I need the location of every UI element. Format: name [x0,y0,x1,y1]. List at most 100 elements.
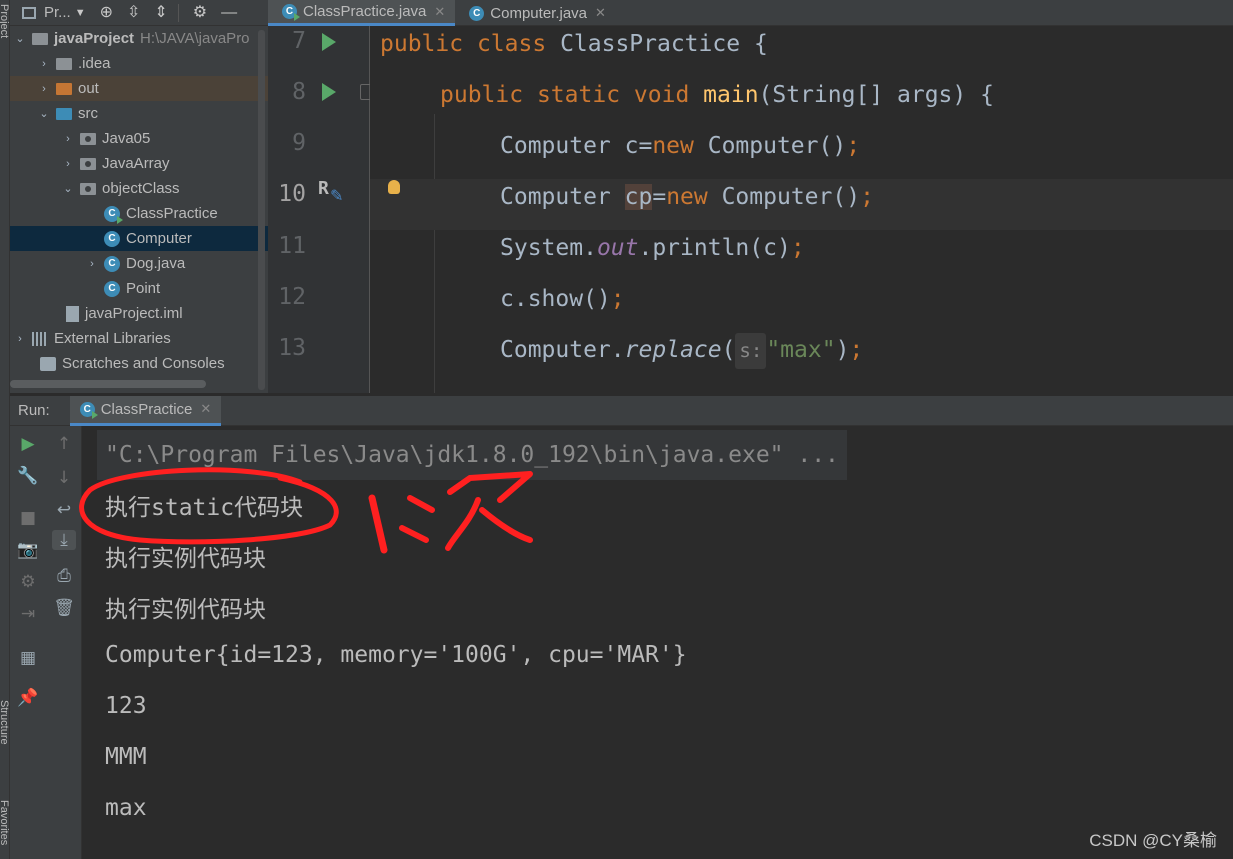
code-token: replace [624,337,722,363]
down-arrow-icon[interactable]: ↓ [52,468,76,488]
expand-all-icon[interactable]: ⇳ [127,0,140,26]
camera-icon[interactable]: 📷 [16,540,40,560]
tree-item-dog[interactable]: › C Dog.java [10,251,268,276]
chevron-down-icon[interactable]: ⌄ [38,107,50,120]
tree-item-src[interactable]: ⌄ src [10,101,268,126]
console-line: 123 [105,693,147,719]
run-label: Run: [18,402,50,419]
tab-classpractice[interactable]: C ClassPractice.java ✕ [268,0,456,26]
tree-item-label: JavaArray [102,155,170,172]
lightbulb-icon[interactable] [388,180,400,194]
code-line-7[interactable]: public class ClassPractice { [370,26,1233,77]
tree-item-point[interactable]: C Point [10,276,268,301]
code-token: ; [849,337,864,363]
tree-item-javaproject[interactable]: ⌄ javaProject H:\JAVA\javaPro [10,26,268,51]
layout-icon[interactable]: ▦ [16,648,40,668]
tab-computer[interactable]: C Computer.java ✕ [455,0,616,26]
rerun-icon[interactable]: ▶ [16,434,40,454]
project-view-selector[interactable]: Pr... [44,4,71,21]
project-horizontal-scrollbar[interactable] [10,380,206,388]
tree-item-javaarray[interactable]: › JavaArray [10,151,268,176]
dropdown-icon[interactable]: ▼ [75,0,86,26]
console-line-command: "C:\Program Files\Java\jdk1.8.0_192\bin\… [97,430,847,480]
toolbar-divider [177,3,179,22]
structure-tool-label[interactable]: Structure [0,700,10,745]
tree-item-scratches[interactable]: Scratches and Consoles [10,351,268,376]
watermark: CSDN @CY桑榆 [1089,831,1217,850]
up-arrow-icon[interactable]: ↑ [52,434,76,454]
close-icon[interactable]: ✕ [434,4,445,20]
code-token: ClassPractice [560,31,741,57]
locate-icon[interactable]: ⊕ [100,0,113,26]
code-token: ( [721,337,736,363]
tree-item-iml[interactable]: javaProject.iml [10,301,268,326]
folder-icon [32,32,48,45]
soft-wrap-icon[interactable]: ↩ [52,500,76,520]
tree-item-label: Dog.java [126,255,186,272]
console-line: 执行static代码块 [105,495,304,521]
code-editor[interactable]: public class ClassPractice { public stat… [370,26,1233,393]
code-token: "max" [766,337,836,363]
code-line-12[interactable]: c.show(); [370,281,1233,332]
console-output[interactable]: "C:\Program Files\Java\jdk1.8.0_192\bin\… [83,426,1233,859]
pin-icon[interactable]: 📌 [16,688,40,708]
chevron-down-icon[interactable]: ⌄ [14,32,26,45]
chevron-right-icon[interactable]: › [62,158,74,170]
pencil-icon: ✎ [330,186,344,205]
project-vertical-scrollbar[interactable] [258,30,265,390]
close-icon[interactable]: ✕ [200,401,211,417]
chevron-right-icon[interactable]: › [62,133,74,145]
code-token: System. [500,235,597,261]
tree-item-idea[interactable]: › .idea [10,51,268,76]
run-toolbar: ▶ 🔧 ■ 📷 ⚙ ⇥ ▦ 📌 ↑ ↓ ↩ ⤓ ⎙ 🗑 [10,426,82,859]
minimize-icon[interactable]: — [221,0,237,26]
wrench-icon[interactable]: 🔧 [16,466,40,486]
collapse-all-icon[interactable]: ⇕ [154,0,167,26]
folder-icon [56,57,72,70]
code-token: Computer [500,184,625,210]
scratches-icon [40,356,56,371]
code-line-10[interactable]: Computer cp=new Computer(); [370,179,1233,230]
console-line: MMM [105,744,147,770]
run-tab-label: ClassPractice [100,400,193,418]
run-icon[interactable] [322,33,336,51]
settings-icon[interactable]: ⚙ [16,572,40,592]
favorites-tool-label[interactable]: Favorites [0,800,10,845]
package-icon [80,182,96,195]
chevron-right-icon[interactable]: › [38,83,50,95]
code-line-8[interactable]: public static void main(String[] args) { [370,77,1233,128]
print-icon[interactable]: ⎙ [52,566,76,586]
code-token: main [703,82,759,108]
console-line: Computer{id=123, memory='100G', cpu='MAR… [105,642,687,668]
project-tool-label[interactable]: Project [0,4,10,38]
tree-item-out[interactable]: › out [10,76,268,101]
tree-item-external-libraries[interactable]: › External Libraries [10,326,268,351]
code-line-9[interactable]: Computer c=new Computer(); [370,128,1233,179]
exit-icon[interactable]: ⇥ [16,604,40,624]
tree-item-computer[interactable]: C Computer [10,226,268,251]
tree-item-java05[interactable]: › Java05 [10,126,268,151]
console-line: 执行实例代码块 [105,597,266,623]
stop-icon[interactable]: ■ [16,508,40,528]
code-line-11[interactable]: System.out.println(c); [370,230,1233,281]
tab-label: Computer.java [490,4,588,22]
tree-item-objectclass[interactable]: ⌄ objectClass [10,176,268,201]
trash-icon[interactable]: 🗑 [52,598,76,618]
code-token: ; [860,184,874,210]
code-token: out [596,235,639,261]
line-number: 7 [292,28,306,54]
chevron-right-icon[interactable]: › [86,258,98,270]
code-token: void [633,82,690,108]
chevron-right-icon[interactable]: › [14,333,26,345]
code-token: Computer c= [500,133,653,159]
close-icon[interactable]: ✕ [595,5,606,21]
chevron-right-icon[interactable]: › [38,58,50,70]
scroll-to-end-icon[interactable]: ⤓ [52,530,76,550]
tree-item-label: ClassPractice [126,205,218,222]
chevron-down-icon[interactable]: ⌄ [62,182,74,195]
gear-icon[interactable]: ⚙ [193,0,207,26]
tab-run-classpractice[interactable]: C ClassPractice ✕ [69,395,222,426]
code-line-13[interactable]: Computer.replace(s: "max"); [370,332,1233,383]
run-icon[interactable] [322,83,336,101]
tree-item-classpractice[interactable]: C ClassPractice [10,201,268,226]
